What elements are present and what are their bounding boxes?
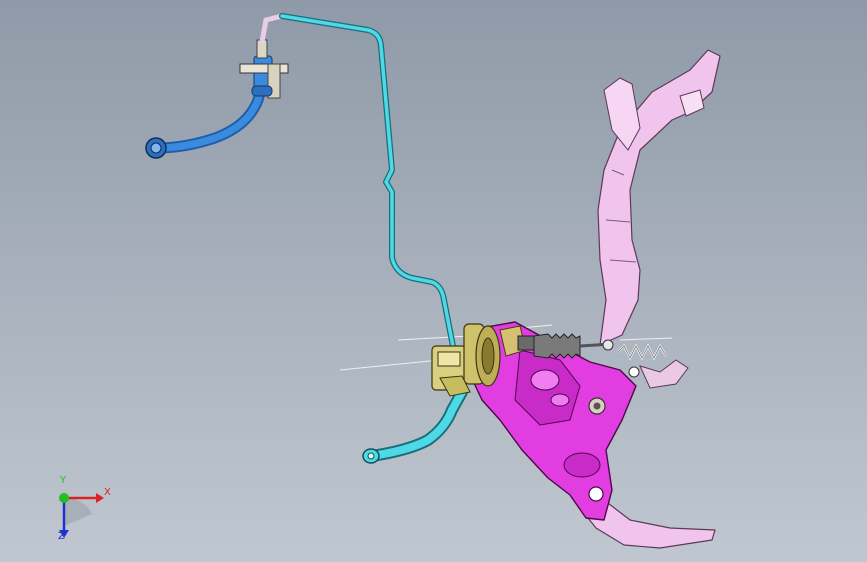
brake-fluid-hose[interactable] [145,39,289,159]
clutch-hydraulic-line[interactable] [259,13,468,464]
y-axis-marker [59,493,69,503]
x-axis-arrowhead [96,493,104,503]
z-axis-label: Z [58,531,65,542]
axis-triad: X Y Z [48,476,111,544]
cad-3d-viewport[interactable]: X Y Z [0,0,867,562]
assembly-model[interactable] [0,0,867,562]
x-axis-label: X [104,487,111,498]
y-axis-label: Y [60,475,67,486]
clutch-master-cylinder[interactable] [431,323,501,397]
axis-triad-graphic [59,493,104,538]
triad-shadow [64,497,92,526]
